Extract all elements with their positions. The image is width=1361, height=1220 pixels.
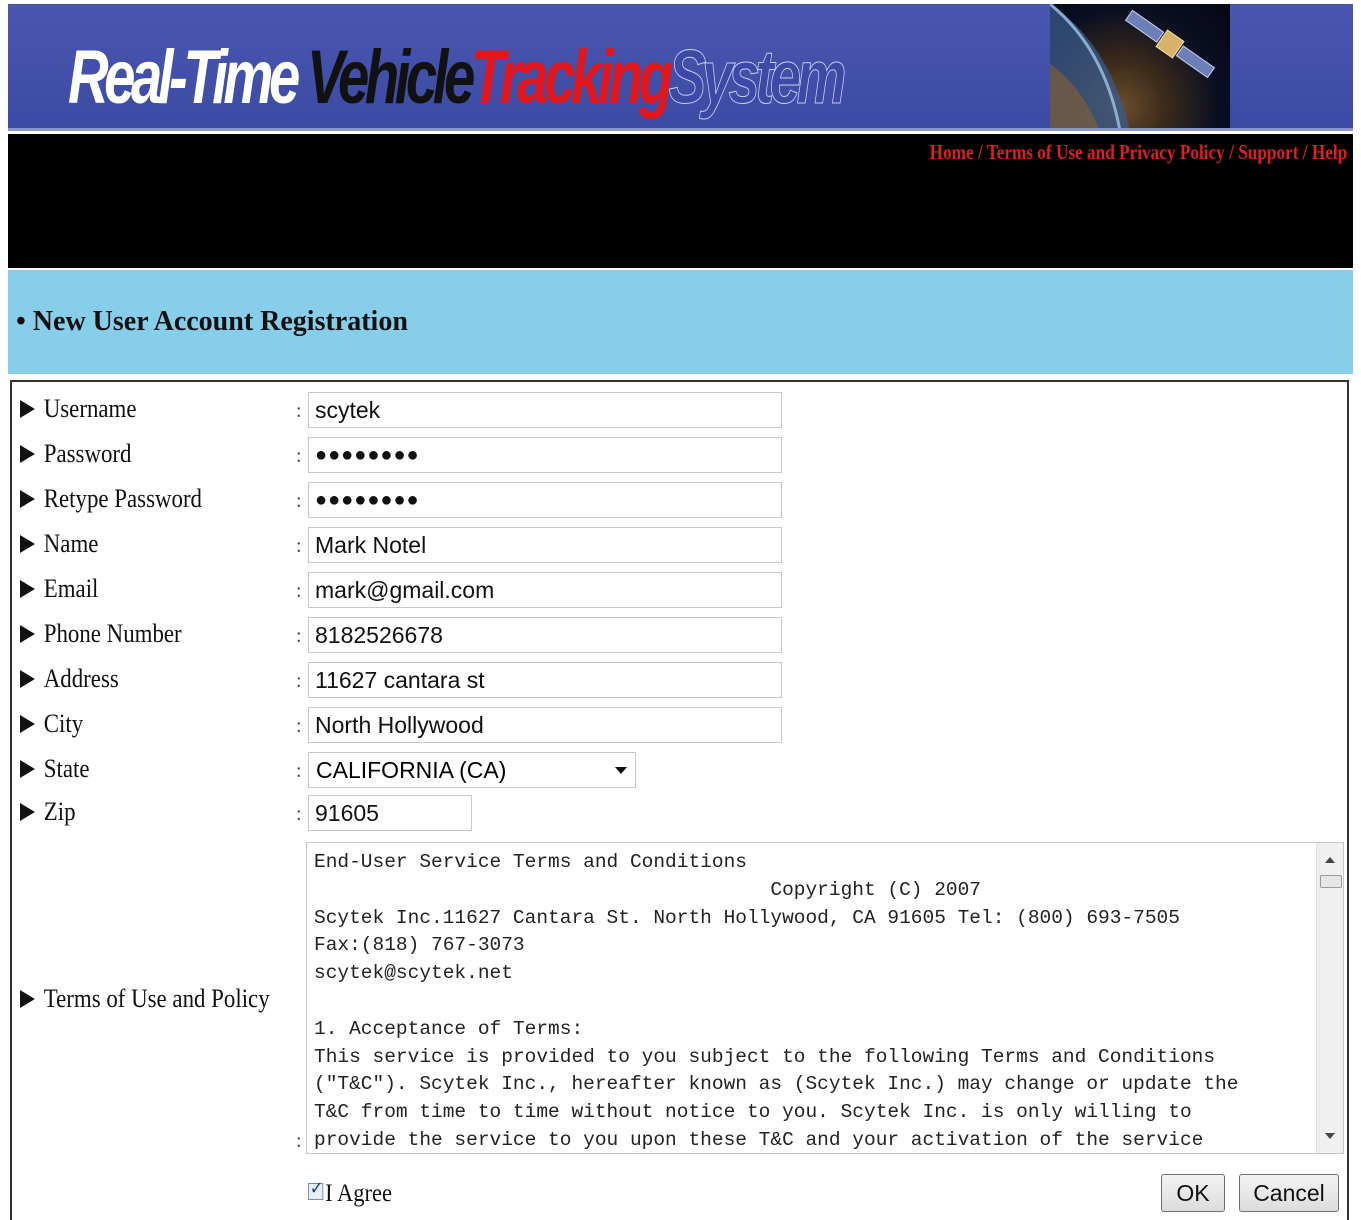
username-input[interactable] [308, 392, 782, 428]
phone-input[interactable] [308, 617, 782, 653]
scroll-up-arrow-icon[interactable] [1325, 857, 1335, 863]
address-label: Address [20, 664, 119, 694]
agree-checkbox[interactable]: ✓ [308, 1178, 323, 1200]
arrow-right-icon [20, 445, 35, 463]
arrow-right-icon [20, 400, 35, 418]
colon: : [296, 625, 302, 647]
password-label: Password [20, 439, 131, 469]
state-select-value: CALIFORNIA (CA) [316, 757, 507, 783]
state-label: State [20, 754, 90, 784]
colon: : [296, 580, 302, 602]
retype-password-label: Retype Password [20, 484, 202, 514]
scroll-down-arrow-icon[interactable] [1325, 1133, 1335, 1139]
retype-password-input[interactable]: ●●●●●●●● [308, 482, 782, 518]
username-label: Username [20, 394, 137, 424]
arrow-right-icon [20, 803, 35, 821]
name-label: Name [20, 529, 98, 559]
terms-textarea[interactable]: End-User Service Terms and Conditions Co… [306, 842, 1344, 1154]
city-input[interactable] [308, 707, 782, 743]
arrow-right-icon [20, 580, 35, 598]
checkmark-icon: ✓ [309, 1178, 324, 1199]
arrow-right-icon [20, 760, 35, 778]
ok-button[interactable]: OK [1161, 1174, 1225, 1212]
logo-word-tracking: Tracking [470, 35, 673, 120]
banner-divider [8, 128, 1353, 131]
nav-help-link[interactable]: Help [1312, 140, 1347, 164]
name-input[interactable] [308, 527, 782, 563]
arrow-right-icon [20, 490, 35, 508]
email-label: Email [20, 574, 98, 604]
scrollbar-thumb[interactable] [1320, 875, 1342, 888]
terms-content: End-User Service Terms and Conditions Co… [314, 851, 1239, 1151]
arrow-right-icon [20, 625, 35, 643]
agree-label: I Agree [325, 1180, 392, 1207]
logo-word-realtime: Real-Time [68, 35, 300, 120]
colon: : [296, 715, 302, 737]
terms-scrollbar[interactable] [1316, 843, 1343, 1153]
state-select[interactable]: CALIFORNIA (CA) [308, 752, 636, 788]
satellite-image [1050, 4, 1230, 131]
zip-input[interactable] [308, 795, 472, 831]
nav-home-link[interactable]: Home [929, 140, 973, 164]
phone-label: Phone Number [20, 619, 182, 649]
password-input[interactable]: ●●●●●●●● [308, 437, 782, 473]
page-title: • New User Account Registration [16, 306, 408, 337]
logo-word-system: System [668, 35, 847, 121]
nav-separator: / [1298, 140, 1312, 164]
nav-support-link[interactable]: Support [1238, 140, 1298, 164]
logo-word-vehicle: Vehicle [307, 35, 475, 120]
nav-separator: / [973, 140, 987, 164]
agree-checkbox-row[interactable]: ✓ I Agree [308, 1178, 392, 1208]
header-banner: Real-Time VehicleTrackingSystem [8, 4, 1353, 131]
address-input[interactable] [308, 662, 782, 698]
colon: : [296, 670, 302, 692]
colon: : [296, 535, 302, 557]
arrow-right-icon [20, 670, 35, 688]
app-logo: Real-Time VehicleTrackingSystem [68, 28, 847, 128]
arrow-right-icon [20, 990, 35, 1008]
colon: : [296, 400, 302, 422]
colon: : [296, 490, 302, 512]
colon: : [296, 803, 302, 825]
colon: : [296, 760, 302, 782]
cancel-button[interactable]: Cancel [1239, 1174, 1339, 1212]
arrow-right-icon [20, 535, 35, 553]
chevron-down-icon [615, 767, 627, 774]
city-label: City [20, 709, 83, 739]
top-navigation: Home / Terms of Use and Privacy Policy /… [929, 140, 1347, 165]
colon: : [296, 1130, 302, 1152]
terms-label: Terms of Use and Policy [20, 984, 270, 1014]
arrow-right-icon [20, 715, 35, 733]
colon: : [296, 445, 302, 467]
nav-separator: / [1224, 140, 1238, 164]
zip-label: Zip [20, 797, 76, 827]
email-input[interactable] [308, 572, 782, 608]
nav-terms-link[interactable]: Terms of Use and Privacy Policy [986, 140, 1224, 164]
